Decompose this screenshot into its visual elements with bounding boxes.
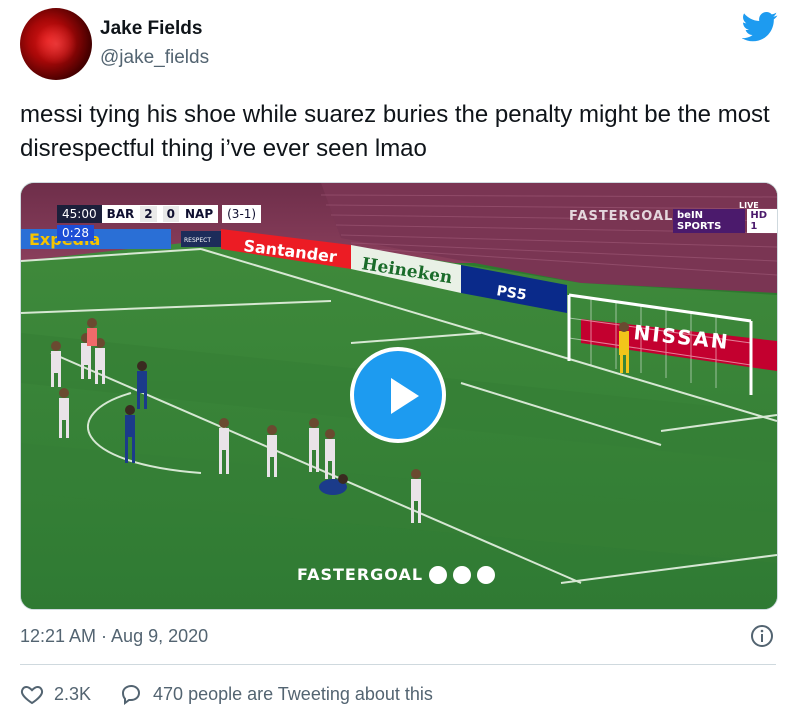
watermark-top: FASTERGOAL <box>569 209 674 224</box>
broadcaster-logo: beIN SPORTS HD 1 <box>673 209 777 233</box>
broadcaster-name: beIN SPORTS <box>673 209 746 233</box>
like-count: 2.3K <box>54 683 92 704</box>
play-icon[interactable] <box>350 347 446 443</box>
video-player[interactable]: Expedia RESPECT Santander Heineken PS5 N… <box>20 182 778 610</box>
author-handle[interactable]: @jake_fields <box>100 47 209 69</box>
conversation-link[interactable]: 470 people are Tweeting about this <box>119 682 433 706</box>
speech-bubble-icon <box>122 684 141 705</box>
social-icon <box>477 565 496 584</box>
score-teams: BAR 2 0 NAP <box>101 205 219 223</box>
social-icon <box>429 565 448 584</box>
like-button[interactable]: 2.3K <box>20 682 91 706</box>
match-clock: 45:00 <box>57 205 102 223</box>
video-time: 0:28 <box>57 225 94 241</box>
away-score: 0 <box>162 206 179 222</box>
tweet-actions: 2.3K 470 people are Tweeting about this <box>20 682 433 706</box>
home-score: 2 <box>140 206 157 222</box>
watermark-bottom-text: FASTERGOAL <box>297 565 424 584</box>
aggregate-score: (3-1) <box>222 205 262 223</box>
author-name[interactable]: Jake Fields <box>100 18 202 40</box>
tweet-text: messi tying his shoe while suarez buries… <box>20 101 770 162</box>
score-bar: 45:00 BAR 2 0 NAP (3-1) <box>57 205 262 223</box>
divider <box>20 664 776 665</box>
heart-icon <box>20 685 44 705</box>
tweeting-count: 470 people are Tweeting about this <box>153 683 433 704</box>
info-icon[interactable] <box>750 624 774 648</box>
home-team: BAR <box>106 207 135 221</box>
away-team: NAP <box>185 207 214 221</box>
tweet-card: Jake Fields @jake_fields messi tying his… <box>0 0 800 709</box>
avatar[interactable] <box>20 8 92 80</box>
ad-board-respect: RESPECT <box>184 237 211 244</box>
watermark-bottom: FASTERGOAL <box>297 565 496 584</box>
tweet-timestamp[interactable]: 12:21 AM · Aug 9, 2020 <box>20 626 208 647</box>
broadcaster-channel: HD 1 <box>747 209 777 233</box>
twitter-bird-icon[interactable] <box>742 12 778 42</box>
social-icon <box>453 565 472 584</box>
